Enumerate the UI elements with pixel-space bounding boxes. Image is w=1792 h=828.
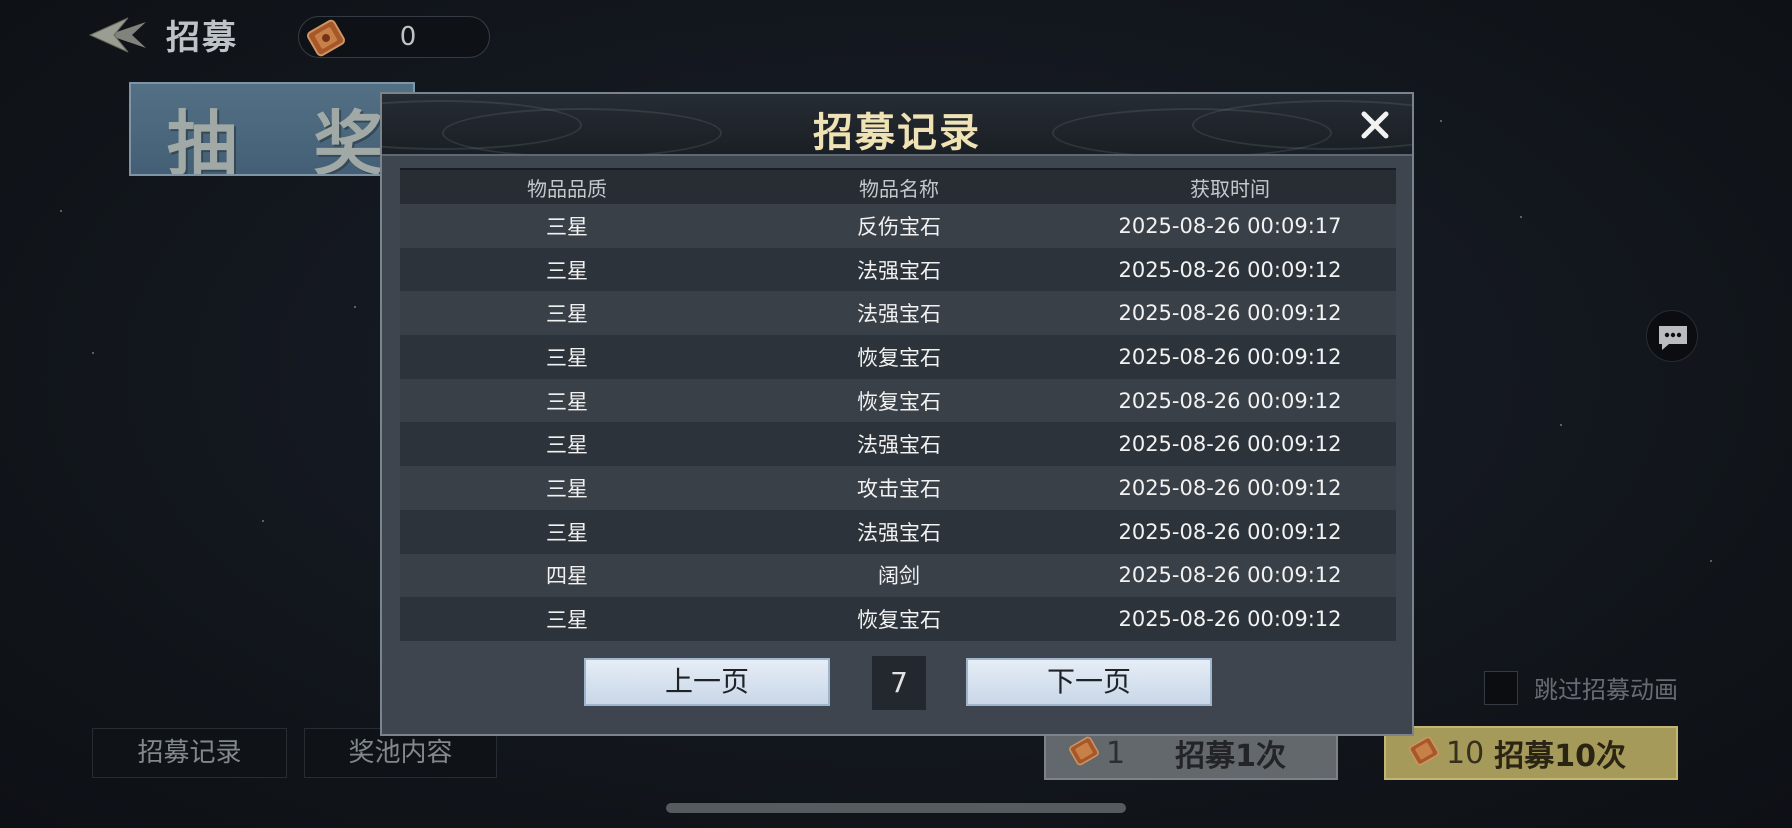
cell-quality: 三星 [546, 345, 588, 370]
cell-quality: 四星 [546, 564, 588, 589]
close-button[interactable] [1356, 106, 1394, 144]
table-header: 物品品质 物品名称 获取时间 [400, 168, 1396, 204]
cell-time: 2025-08-26 00:09:12 [1118, 257, 1342, 282]
cell-time: 2025-08-26 00:09:12 [1118, 344, 1342, 369]
cell-time: 2025-08-26 00:09:12 [1118, 475, 1342, 500]
cell-time: 2025-08-26 00:09:12 [1118, 432, 1342, 457]
cell-name: 阔剑 [878, 564, 920, 589]
cell-time: 2025-08-26 00:09:12 [1118, 388, 1342, 413]
cell-name: 恢复宝石 [857, 389, 941, 414]
dialog-header: 招募记录 [382, 94, 1412, 156]
recruit-records-dialog: 招募记录 物品品质 物品名称 获取时间 三星 反伤宝石 2025-08-26 0… [380, 92, 1414, 736]
cell-name: 法强宝石 [857, 258, 941, 283]
cell-name: 法强宝石 [857, 302, 941, 327]
cell-quality: 三星 [546, 214, 588, 239]
cell-time: 2025-08-26 00:09:12 [1118, 519, 1342, 544]
cell-quality: 三星 [546, 608, 588, 633]
table-row: 三星 法强宝石 2025-08-26 00:09:12 [400, 422, 1396, 467]
cell-name: 法强宝石 [857, 520, 941, 545]
prev-page-button[interactable]: 上一页 [584, 658, 830, 706]
records-table: 物品品质 物品名称 获取时间 三星 反伤宝石 2025-08-26 00:09:… [400, 168, 1396, 641]
cell-name: 攻击宝石 [857, 476, 941, 501]
cell-quality: 三星 [546, 302, 588, 327]
table-row: 三星 恢复宝石 2025-08-26 00:09:12 [400, 335, 1396, 379]
column-header-quality: 物品品质 [527, 176, 607, 201]
cell-time: 2025-08-26 00:09:12 [1118, 563, 1342, 588]
current-page-number: 7 [872, 656, 926, 710]
cell-name: 反伤宝石 [857, 214, 941, 239]
cell-name: 恢复宝石 [857, 345, 941, 370]
cell-quality: 三星 [546, 389, 588, 414]
table-row: 三星 法强宝石 2025-08-26 00:09:12 [400, 291, 1396, 336]
pagination: 上一页 7 下一页 [382, 656, 1412, 712]
cell-name: 恢复宝石 [857, 608, 941, 633]
dialog-title: 招募记录 [813, 110, 981, 156]
cell-quality: 三星 [546, 258, 588, 283]
table-row: 四星 阔剑 2025-08-26 00:09:12 [400, 553, 1396, 598]
table-row: 三星 法强宝石 2025-08-26 00:09:12 [400, 509, 1396, 554]
column-header-name: 物品名称 [859, 176, 939, 201]
table-row: 三星 法强宝石 2025-08-26 00:09:12 [400, 247, 1396, 292]
cell-quality: 三星 [546, 433, 588, 458]
cell-time: 2025-08-26 00:09:17 [1118, 213, 1342, 238]
next-page-button[interactable]: 下一页 [966, 658, 1212, 706]
column-header-time: 获取时间 [1190, 176, 1270, 201]
table-row: 三星 反伤宝石 2025-08-26 00:09:17 [400, 204, 1396, 248]
cell-quality: 三星 [546, 520, 588, 545]
cell-time: 2025-08-26 00:09:12 [1118, 301, 1342, 326]
close-icon [1361, 111, 1389, 139]
cell-name: 法强宝石 [857, 433, 941, 458]
table-row: 三星 攻击宝石 2025-08-26 00:09:12 [400, 466, 1396, 510]
table-row: 三星 恢复宝石 2025-08-26 00:09:12 [400, 597, 1396, 641]
table-row: 三星 恢复宝石 2025-08-26 00:09:12 [400, 378, 1396, 423]
cell-time: 2025-08-26 00:09:12 [1118, 607, 1342, 632]
cell-quality: 三星 [546, 476, 588, 501]
